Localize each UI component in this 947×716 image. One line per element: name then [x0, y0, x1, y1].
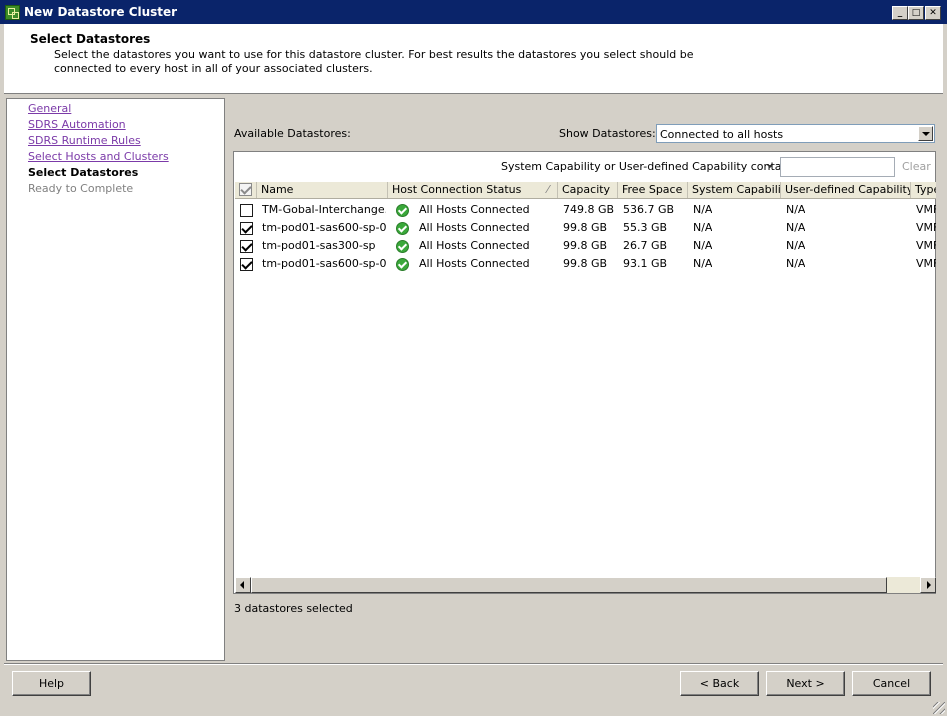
capacity-value: 99.8 GB	[563, 239, 608, 252]
cancel-button[interactable]: Cancel	[852, 671, 931, 696]
status-ok-icon	[396, 222, 409, 235]
window-title: New Datastore Cluster	[24, 5, 178, 19]
page-title: Select Datastores	[30, 32, 151, 46]
free-space-value: 536.7 GB	[623, 203, 675, 216]
scroll-thumb[interactable]	[251, 577, 887, 593]
filter-label: System Capability or User-defined Capabi…	[501, 160, 801, 173]
connection-status: All Hosts Connected	[419, 239, 530, 252]
type-value: VMFS	[916, 239, 936, 252]
column-header-system-capability[interactable]: System Capabili...	[688, 182, 781, 198]
status-ok-icon	[396, 204, 409, 217]
minimize-button[interactable]: _	[892, 6, 908, 20]
step-ready-to-complete: Ready to Complete	[28, 182, 134, 195]
free-space-value: 26.7 GB	[623, 239, 668, 252]
resize-grip-icon[interactable]	[933, 702, 945, 714]
row-checkbox[interactable]	[240, 258, 253, 271]
step-select-datastores: Select Datastores	[28, 166, 139, 179]
step-sdrs-automation[interactable]: SDRS Automation	[28, 118, 126, 131]
help-button[interactable]: Help	[12, 671, 91, 696]
title-bar[interactable]: New Datastore Cluster _ □ ✕	[0, 0, 947, 24]
select-all-column[interactable]	[235, 182, 257, 198]
datastore-name: TM-Gobal-Interchange...	[262, 203, 386, 216]
available-datastores-label: Available Datastores:	[234, 127, 351, 140]
arrow-left-icon	[240, 581, 244, 589]
column-header-host-connection-status[interactable]: Host Connection Status ⁄	[388, 182, 558, 198]
user-capability-value: N/A	[786, 257, 806, 270]
connection-status: All Hosts Connected	[419, 203, 530, 216]
type-value: VMFS	[916, 257, 936, 270]
filter-dropdown-icon[interactable]	[767, 165, 773, 168]
capacity-value: 99.8 GB	[563, 257, 608, 270]
capacity-value: 749.8 GB	[563, 203, 615, 216]
table-row[interactable]: tm-pod01-sas300-sp All Hosts Connected 9…	[235, 237, 936, 255]
step-general[interactable]: General	[28, 102, 71, 115]
capacity-value: 99.8 GB	[563, 221, 608, 234]
table-body: TM-Gobal-Interchange... All Hosts Connec…	[235, 200, 936, 580]
row-checkbox[interactable]	[240, 204, 253, 217]
sort-indicator-icon: ⁄	[547, 183, 549, 196]
row-checkbox[interactable]	[240, 222, 253, 235]
row-checkbox[interactable]	[240, 240, 253, 253]
step-select-hosts-clusters[interactable]: Select Hosts and Clusters	[28, 150, 169, 163]
select-all-checkbox[interactable]	[239, 183, 252, 196]
arrow-right-icon	[927, 581, 931, 589]
column-header-type[interactable]: Type	[911, 182, 936, 198]
scroll-right-button[interactable]	[920, 577, 936, 593]
datastore-name: tm-pod01-sas600-sp-01	[262, 221, 386, 234]
table-row[interactable]: tm-pod01-sas600-sp-01 All Hosts Connecte…	[235, 219, 936, 237]
system-capability-value: N/A	[693, 257, 713, 270]
footer-divider	[4, 663, 943, 665]
connection-status: All Hosts Connected	[419, 257, 530, 270]
datastore-cluster-icon	[5, 5, 20, 20]
user-capability-value: N/A	[786, 239, 806, 252]
show-datastores-select[interactable]: Connected to all hosts	[656, 124, 935, 143]
show-datastores-label: Show Datastores:	[559, 127, 656, 140]
column-header-host-connection-status-label: Host Connection Status	[392, 183, 522, 196]
clear-filter-button[interactable]: Clear	[902, 160, 931, 173]
system-capability-value: N/A	[693, 239, 713, 252]
system-capability-value: N/A	[693, 221, 713, 234]
connection-status: All Hosts Connected	[419, 221, 530, 234]
selection-count: 3 datastores selected	[234, 602, 353, 615]
column-header-free-space[interactable]: Free Space	[618, 182, 688, 198]
user-capability-value: N/A	[786, 203, 806, 216]
datastore-name: tm-pod01-sas600-sp-02	[262, 257, 386, 270]
type-value: VMFS	[916, 203, 936, 216]
column-header-capacity[interactable]: Capacity	[558, 182, 618, 198]
maximize-button[interactable]: □	[908, 6, 924, 20]
close-button[interactable]: ✕	[925, 6, 941, 20]
status-ok-icon	[396, 258, 409, 271]
status-ok-icon	[396, 240, 409, 253]
chevron-down-icon[interactable]	[918, 126, 933, 141]
wizard-header: Select Datastores Select the datastores …	[4, 24, 943, 94]
capability-filter-input[interactable]	[780, 157, 895, 177]
step-sdrs-runtime-rules[interactable]: SDRS Runtime Rules	[28, 134, 141, 147]
table-row[interactable]: tm-pod01-sas600-sp-02 All Hosts Connecte…	[235, 255, 936, 273]
free-space-value: 93.1 GB	[623, 257, 668, 270]
page-description: Select the datastores you want to use fo…	[54, 48, 694, 75]
system-capability-value: N/A	[693, 203, 713, 216]
table-row[interactable]: TM-Gobal-Interchange... All Hosts Connec…	[235, 201, 936, 219]
horizontal-scrollbar[interactable]	[235, 577, 936, 593]
type-value: VMFS	[916, 221, 936, 234]
wizard-steps-nav: General SDRS Automation SDRS Runtime Rul…	[6, 98, 225, 661]
table-header: Name Host Connection Status ⁄ Capacity F…	[235, 182, 936, 199]
show-datastores-value: Connected to all hosts	[660, 128, 784, 141]
column-header-name[interactable]: Name	[257, 182, 388, 198]
datastores-table-panel: System Capability or User-defined Capabi…	[233, 151, 936, 594]
next-button[interactable]: Next >	[766, 671, 845, 696]
column-header-user-defined-capability[interactable]: User-defined Capability	[781, 182, 911, 198]
back-button[interactable]: < Back	[680, 671, 759, 696]
datastore-name: tm-pod01-sas300-sp	[262, 239, 376, 252]
user-capability-value: N/A	[786, 221, 806, 234]
scroll-left-button[interactable]	[235, 577, 251, 593]
free-space-value: 55.3 GB	[623, 221, 668, 234]
